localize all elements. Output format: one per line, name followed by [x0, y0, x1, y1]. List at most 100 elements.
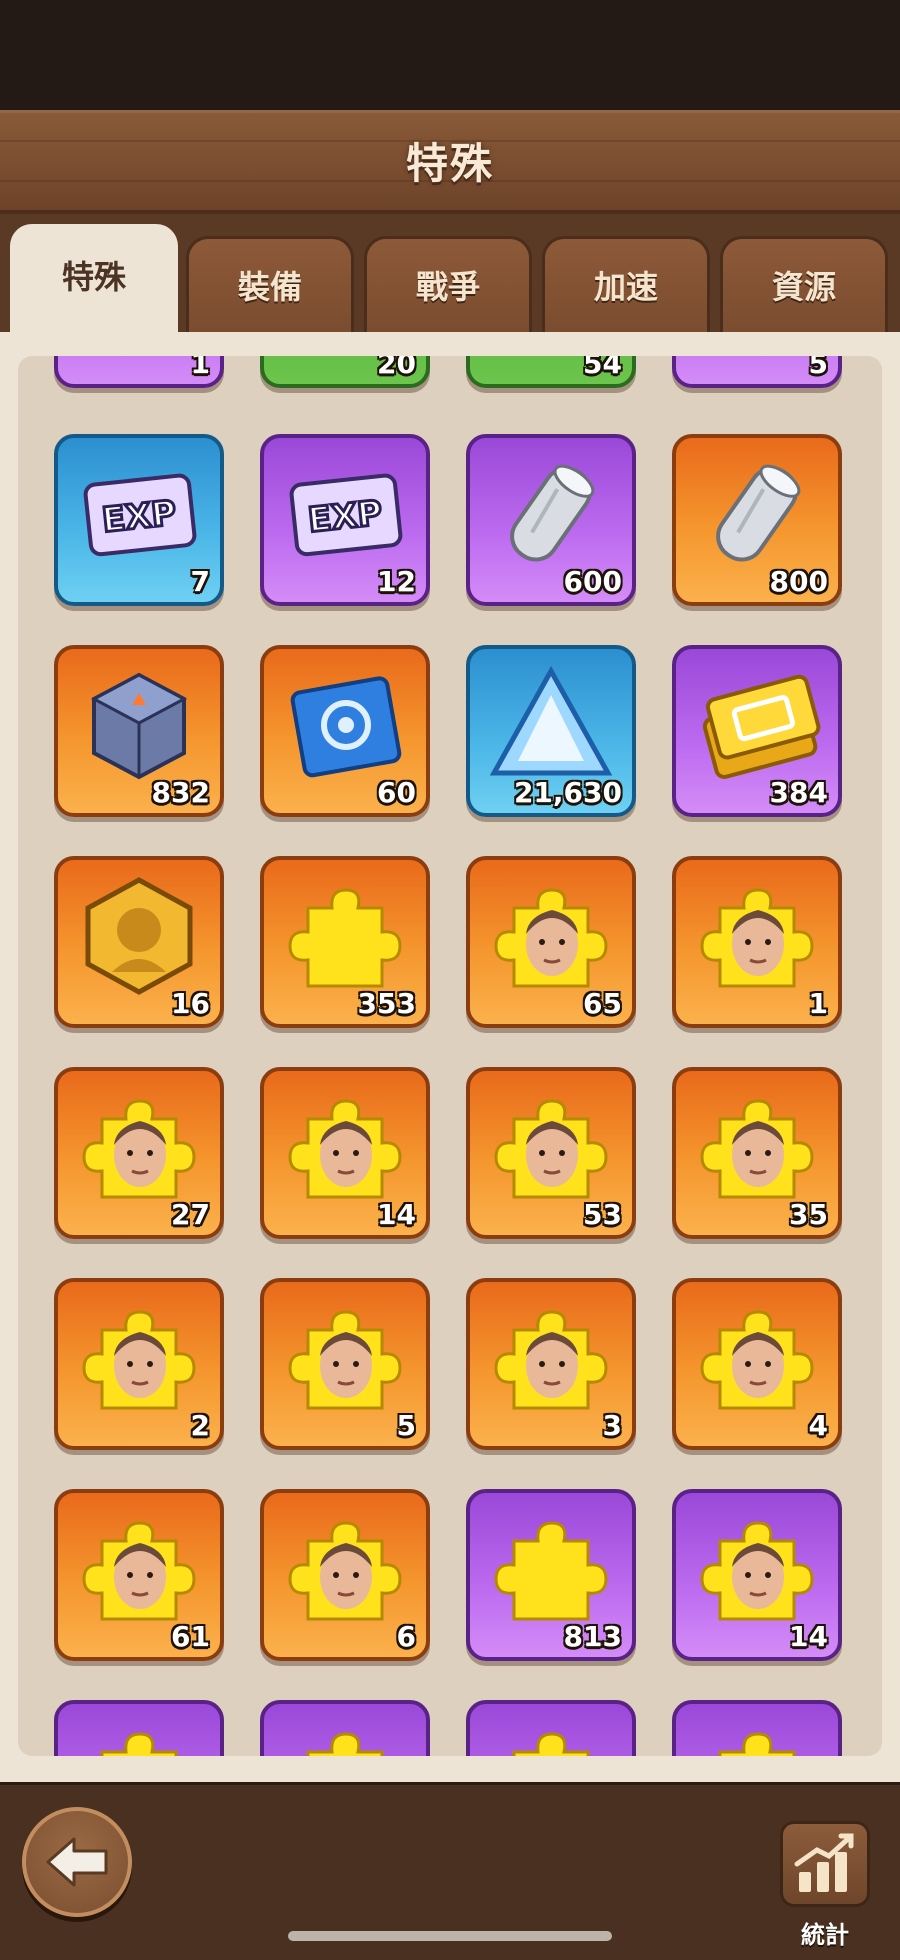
- inventory-item[interactable]: 353: [260, 856, 430, 1028]
- item-count: 5: [808, 356, 828, 380]
- inventory-item-partial[interactable]: 54: [466, 356, 636, 388]
- tab-equipment[interactable]: 裝備: [186, 236, 354, 332]
- item-count: 800: [769, 565, 828, 598]
- inventory-item-partial[interactable]: 20: [260, 356, 430, 388]
- inventory-item-partial[interactable]: 1: [54, 356, 224, 388]
- blueprint-scroll-icon: [278, 661, 412, 789]
- inventory-item[interactable]: 14: [260, 1067, 430, 1239]
- inventory-item[interactable]: 4: [672, 1278, 842, 1450]
- puzzle-piece-icon: [484, 1505, 618, 1633]
- inventory-item[interactable]: EXP 7: [54, 434, 224, 606]
- back-button[interactable]: [22, 1807, 132, 1917]
- inventory-item-partial[interactable]: 5: [672, 356, 842, 388]
- hero-shard-icon: [72, 1294, 206, 1422]
- item-count: 353: [357, 987, 416, 1020]
- inventory-item[interactable]: 800: [672, 434, 842, 606]
- exp-ticket-icon: EXP: [72, 450, 206, 578]
- inventory-item-partial[interactable]: [260, 1700, 430, 1756]
- inventory-item-partial[interactable]: [466, 1700, 636, 1756]
- bar-chart-icon: [794, 1833, 854, 1892]
- item-count: 2: [190, 1409, 210, 1442]
- tab-war[interactable]: 戰爭: [364, 236, 532, 332]
- hero-shard-icon: [690, 1083, 824, 1211]
- hero-shard-icon: [278, 1294, 412, 1422]
- inventory-item[interactable]: 384: [672, 645, 842, 817]
- inventory-item[interactable]: 3: [466, 1278, 636, 1450]
- tech-cube-icon: [72, 661, 206, 789]
- exp-ticket-icon: EXP: [278, 450, 412, 578]
- inventory-item[interactable]: 813: [466, 1489, 636, 1661]
- hero-shard-icon: [278, 1083, 412, 1211]
- inventory-item[interactable]: 2: [54, 1278, 224, 1450]
- item-count: 1: [190, 356, 210, 380]
- item-count: 5: [396, 1409, 416, 1442]
- hero-shard-icon: [690, 872, 824, 1000]
- inventory-item[interactable]: 5: [260, 1278, 430, 1450]
- item-count: 60: [377, 776, 416, 809]
- hero-shard-icon: [484, 1294, 618, 1422]
- gold-bar-icon: [690, 661, 824, 789]
- item-count: 6: [396, 1620, 416, 1653]
- stats-button[interactable]: [780, 1821, 870, 1907]
- inventory-item[interactable]: 60: [260, 645, 430, 817]
- metal-rod-icon: [484, 450, 618, 578]
- tab-resources[interactable]: 資源: [720, 236, 888, 332]
- inventory-item[interactable]: EXP 12: [260, 434, 430, 606]
- hero-shard-icon: [690, 1505, 824, 1633]
- puzzle-piece-icon: [690, 1716, 824, 1756]
- hero-shard-icon: [72, 1505, 206, 1633]
- inventory-panel[interactable]: 1 20 54 5 EXP 7 EXP 12 600 800 832 60 21,630 384 16 353…: [18, 356, 882, 1756]
- inventory-item-partial[interactable]: [54, 1700, 224, 1756]
- inventory-item[interactable]: 14: [672, 1489, 842, 1661]
- item-count: 14: [789, 1620, 828, 1653]
- puzzle-piece-icon: [72, 1716, 206, 1756]
- hero-medal-icon: [72, 872, 206, 1000]
- home-indicator: [288, 1931, 612, 1941]
- item-count: 27: [171, 1198, 210, 1231]
- item-count: 16: [171, 987, 210, 1020]
- inventory-item[interactable]: 35: [672, 1067, 842, 1239]
- inventory-grid: 1 20 54 5 EXP 7 EXP 12 600 800 832 60 21,630 384 16 353…: [18, 356, 882, 1756]
- svg-text:EXP: EXP: [306, 493, 384, 541]
- inventory-item[interactable]: 600: [466, 434, 636, 606]
- item-count: 35: [789, 1198, 828, 1231]
- tab-bar: 特殊 裝備 戰爭 加速 資源: [0, 214, 900, 332]
- inventory-item[interactable]: 27: [54, 1067, 224, 1239]
- item-count: 12: [377, 565, 416, 598]
- metal-rod-icon: [690, 450, 824, 578]
- puzzle-piece-icon: [484, 1716, 618, 1756]
- inventory-item[interactable]: 832: [54, 645, 224, 817]
- item-count: 53: [583, 1198, 622, 1231]
- inventory-content: 1 20 54 5 EXP 7 EXP 12 600 800 832 60 21,630 384 16 353…: [0, 332, 900, 1782]
- stats-label: 統計: [801, 1921, 849, 1949]
- status-bar: [0, 0, 900, 110]
- hero-shard-icon: [72, 1083, 206, 1211]
- hero-shard-icon: [690, 1294, 824, 1422]
- inventory-item[interactable]: 16: [54, 856, 224, 1028]
- inventory-item[interactable]: 65: [466, 856, 636, 1028]
- item-count: 61: [171, 1620, 210, 1653]
- inventory-item[interactable]: 21,630: [466, 645, 636, 817]
- item-count: 832: [151, 776, 210, 809]
- back-arrow-icon: [46, 1837, 108, 1887]
- inventory-item[interactable]: 1: [672, 856, 842, 1028]
- inventory-item[interactable]: 6: [260, 1489, 430, 1661]
- inventory-item[interactable]: 61: [54, 1489, 224, 1661]
- item-count: 21,630: [513, 776, 622, 809]
- tab-speedup[interactable]: 加速: [542, 236, 710, 332]
- item-count: 14: [377, 1198, 416, 1231]
- item-count: 65: [583, 987, 622, 1020]
- tab-special[interactable]: 特殊: [10, 224, 178, 332]
- bottom-bar: 統計: [0, 1782, 900, 1960]
- inventory-item[interactable]: 53: [466, 1067, 636, 1239]
- crystal-triangle-icon: [484, 661, 618, 789]
- inventory-item-partial[interactable]: [672, 1700, 842, 1756]
- item-count: 384: [769, 776, 828, 809]
- header: 特殊: [0, 110, 900, 214]
- hero-shard-icon: [484, 1083, 618, 1211]
- svg-text:EXP: EXP: [100, 493, 178, 541]
- puzzle-piece-icon: [278, 872, 412, 1000]
- puzzle-piece-icon: [278, 1716, 412, 1756]
- item-count: 813: [563, 1620, 622, 1653]
- page-title: 特殊: [405, 139, 494, 188]
